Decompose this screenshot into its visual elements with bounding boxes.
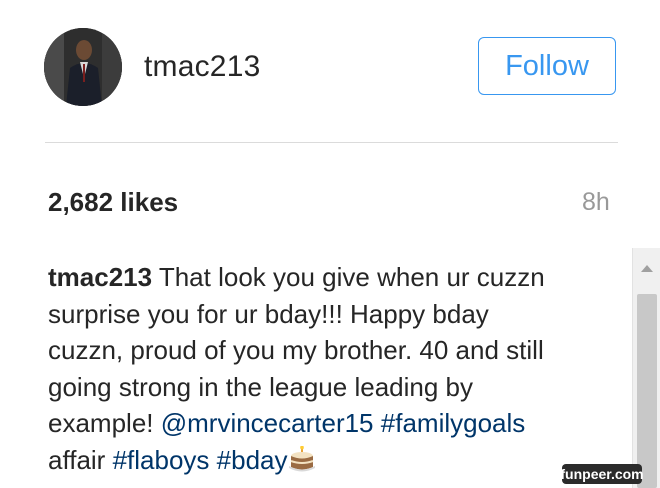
divider [45,142,618,143]
username-link[interactable]: tmac213 [144,50,260,84]
post-header: tmac213 Follow [0,0,660,142]
watermark: funpeer.com [560,464,644,484]
post-timestamp: 8h [582,188,610,216]
likes-count[interactable]: 2,682 likes [48,187,178,218]
hashtag-link[interactable]: #flaboys [113,445,210,475]
scrollbar-thumb[interactable] [637,294,657,488]
birthday-cake-icon [288,445,316,471]
post-caption: tmac213 That look you give when ur cuzzn… [48,259,568,478]
scroll-up-icon[interactable] [633,248,660,288]
mention-link[interactable]: @mrvincecarter15 [161,408,374,438]
hashtag-link[interactable]: #familygoals [381,408,526,438]
avatar[interactable] [44,28,122,106]
hashtag-link[interactable]: #bday [217,445,288,475]
scrollbar[interactable] [632,248,660,488]
caption-word: affair [48,444,106,475]
follow-button[interactable]: Follow [478,37,616,95]
avatar-photo [44,28,122,106]
caption-username[interactable]: tmac213 [48,262,152,292]
